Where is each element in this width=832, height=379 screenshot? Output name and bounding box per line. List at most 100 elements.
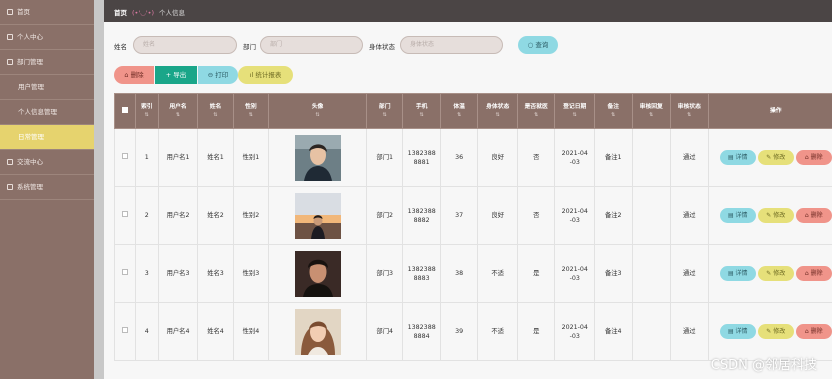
sidebar-item-forum[interactable]: 交流中心 [0,150,94,175]
sort-icon[interactable]: ⇅ [269,111,366,119]
report-button[interactable]: ıl 统计报表 [238,66,293,84]
sort-icon[interactable]: ⇅ [555,111,594,119]
sort-icon[interactable]: ⇅ [136,111,158,119]
cell-gender: 性别2 [232,186,270,245]
breadcrumb-current: 个人信息 [159,9,185,17]
row-select-cell[interactable] [114,302,136,361]
col-header-phone[interactable]: 手机 ⇅ [402,93,441,129]
cell-avatar [268,128,367,187]
detail-button[interactable]: ▤ 详情 [719,266,756,281]
cell-index: 1 [134,128,159,187]
col-header-note[interactable]: 备注 ⇅ [594,93,633,129]
col-header-gender[interactable]: 性别 ⇅ [232,93,270,129]
sort-icon[interactable]: ⇅ [478,111,517,119]
row-delete-button[interactable]: ⌂ 删除 [795,324,832,339]
sort-icon[interactable]: ⇅ [595,111,631,119]
col-header-name[interactable]: 姓名 ⇅ [197,93,234,129]
sort-icon[interactable]: ⇅ [633,111,671,119]
col-header-dept[interactable]: 部门 ⇅ [365,93,404,129]
cell-name: 姓名2 [197,186,234,245]
topbar: 首页 (•'◡'•) 个人信息 [104,0,832,22]
edit-button[interactable]: ✎ 修改 [757,266,794,281]
sidebar-item-dept[interactable]: 部门管理 [0,50,94,75]
row-checkbox[interactable] [121,211,128,217]
print-button[interactable]: ⊖ 打印 [198,66,238,84]
cell-audit: 通过 [670,244,709,303]
row-checkbox[interactable] [121,327,128,333]
row-select-cell[interactable] [114,244,136,303]
row-select-cell[interactable] [114,186,136,245]
row-delete-button[interactable]: ⌂ 删除 [795,266,832,281]
col-header-doctor[interactable]: 是否就医 ⇅ [516,93,556,129]
sidebar-item-users[interactable]: 用户管理 [0,75,94,100]
row-select-cell[interactable] [114,128,136,187]
cell-avatar [268,186,367,245]
cell-status: 不适 [477,244,518,303]
cell-dept: 部门3 [365,244,404,303]
sidebar-item-system[interactable]: 系统管理 [0,175,94,200]
dept-input[interactable]: 部门 [260,36,363,54]
cell-temp: 37 [439,186,479,245]
sort-icon[interactable]: ⇅ [518,111,554,119]
sidebar-item-home[interactable]: 首页 [0,0,94,25]
col-header-audit[interactable]: 审核状态 ⇅ [670,93,709,129]
col-header-temp[interactable]: 体温 ⇅ [439,93,479,129]
sidebar-item-daily[interactable]: 日常管理 [0,125,94,150]
cell-username: 用户名2 [157,186,199,245]
select-all-checkbox[interactable] [121,106,128,113]
col-header-avatar[interactable]: 头像 ⇅ [268,93,367,129]
row-delete-button[interactable]: ⌂ 删除 [795,208,832,223]
avatar-4 [294,308,341,355]
col-header-status[interactable]: 身体状态 ⇅ [477,93,518,129]
detail-button[interactable]: ▤ 详情 [719,208,756,223]
name-input[interactable]: 姓名 [133,36,237,54]
query-button[interactable]: ○ 查询 [518,36,558,54]
cell-status: 良好 [477,128,518,187]
delete-button[interactable]: ⌂ 删除 [114,66,154,84]
col-header-date[interactable]: 登记日期 ⇅ [554,93,596,129]
cell-doctor: 是 [516,302,556,361]
table-row: 3 用户名3 姓名3 性别3 部门3 1382388 8883 38 不适 是 2… [114,244,832,303]
edit-button[interactable]: ✎ 修改 [757,208,794,223]
row-delete-button[interactable]: ⌂ 删除 [795,150,832,165]
row-checkbox[interactable] [121,269,128,275]
sidebar-item-profile[interactable]: 个人中心 [0,25,94,50]
edit-button[interactable]: ✎ 修改 [757,150,794,165]
export-button[interactable]: + 导出 [155,66,197,84]
table-row: 2 用户名2 姓名2 性别2 部门2 1382388 8882 37 良好 否 2… [114,186,832,245]
breadcrumb-home[interactable]: 首页 [114,9,127,17]
cell-date: 2021-04 -03 [554,128,596,187]
sort-icon[interactable]: ⇅ [441,111,477,119]
select-all-cell[interactable] [114,93,136,129]
cell-doctor: 是 [516,244,556,303]
detail-button[interactable]: ▤ 详情 [719,324,756,339]
sort-icon[interactable]: ⇅ [403,111,439,119]
gear-icon [7,184,13,190]
cell-avatar [268,244,367,303]
sidebar-item-personal-info[interactable]: 个人信息管理 [0,100,94,125]
sort-icon[interactable]: ⇅ [671,111,707,119]
col-header-reply[interactable]: 审核回复 ⇅ [631,93,672,129]
detail-icon: ▤ [727,270,736,277]
cell-reply [631,186,672,245]
phone-line-2: 8881 [413,158,430,166]
date-line-1: 2021-04 [561,323,588,331]
sort-icon[interactable]: ⇅ [367,111,402,119]
breadcrumb-emoticon: (•'◡'•) [132,9,154,17]
watermark: CSDN @邻居科技 [710,358,817,373]
sort-icon[interactable]: ⇅ [198,111,232,119]
edit-button[interactable]: ✎ 修改 [757,324,794,339]
col-header-index[interactable]: 索引 ⇅ [134,93,159,129]
sort-icon[interactable]: ⇅ [159,111,198,119]
sort-icon[interactable]: ⇅ [234,111,268,119]
cell-name: 姓名1 [197,128,234,187]
detail-button[interactable]: ▤ 详情 [719,150,756,165]
cell-doctor: 否 [516,186,556,245]
cell-dept: 部门4 [365,302,404,361]
col-header-username[interactable]: 用户名 ⇅ [157,93,199,129]
status-input[interactable]: 身体状态 [400,36,503,54]
main-content: 姓名 姓名 部门 部门 身体状态 身体状态 ○ 查询 ⌂ 删除 + 导出 ⊖ 打… [104,22,832,379]
status-label: 身体状态 [369,43,395,51]
cell-date: 2021-04 -03 [554,302,596,361]
row-checkbox[interactable] [121,153,128,159]
